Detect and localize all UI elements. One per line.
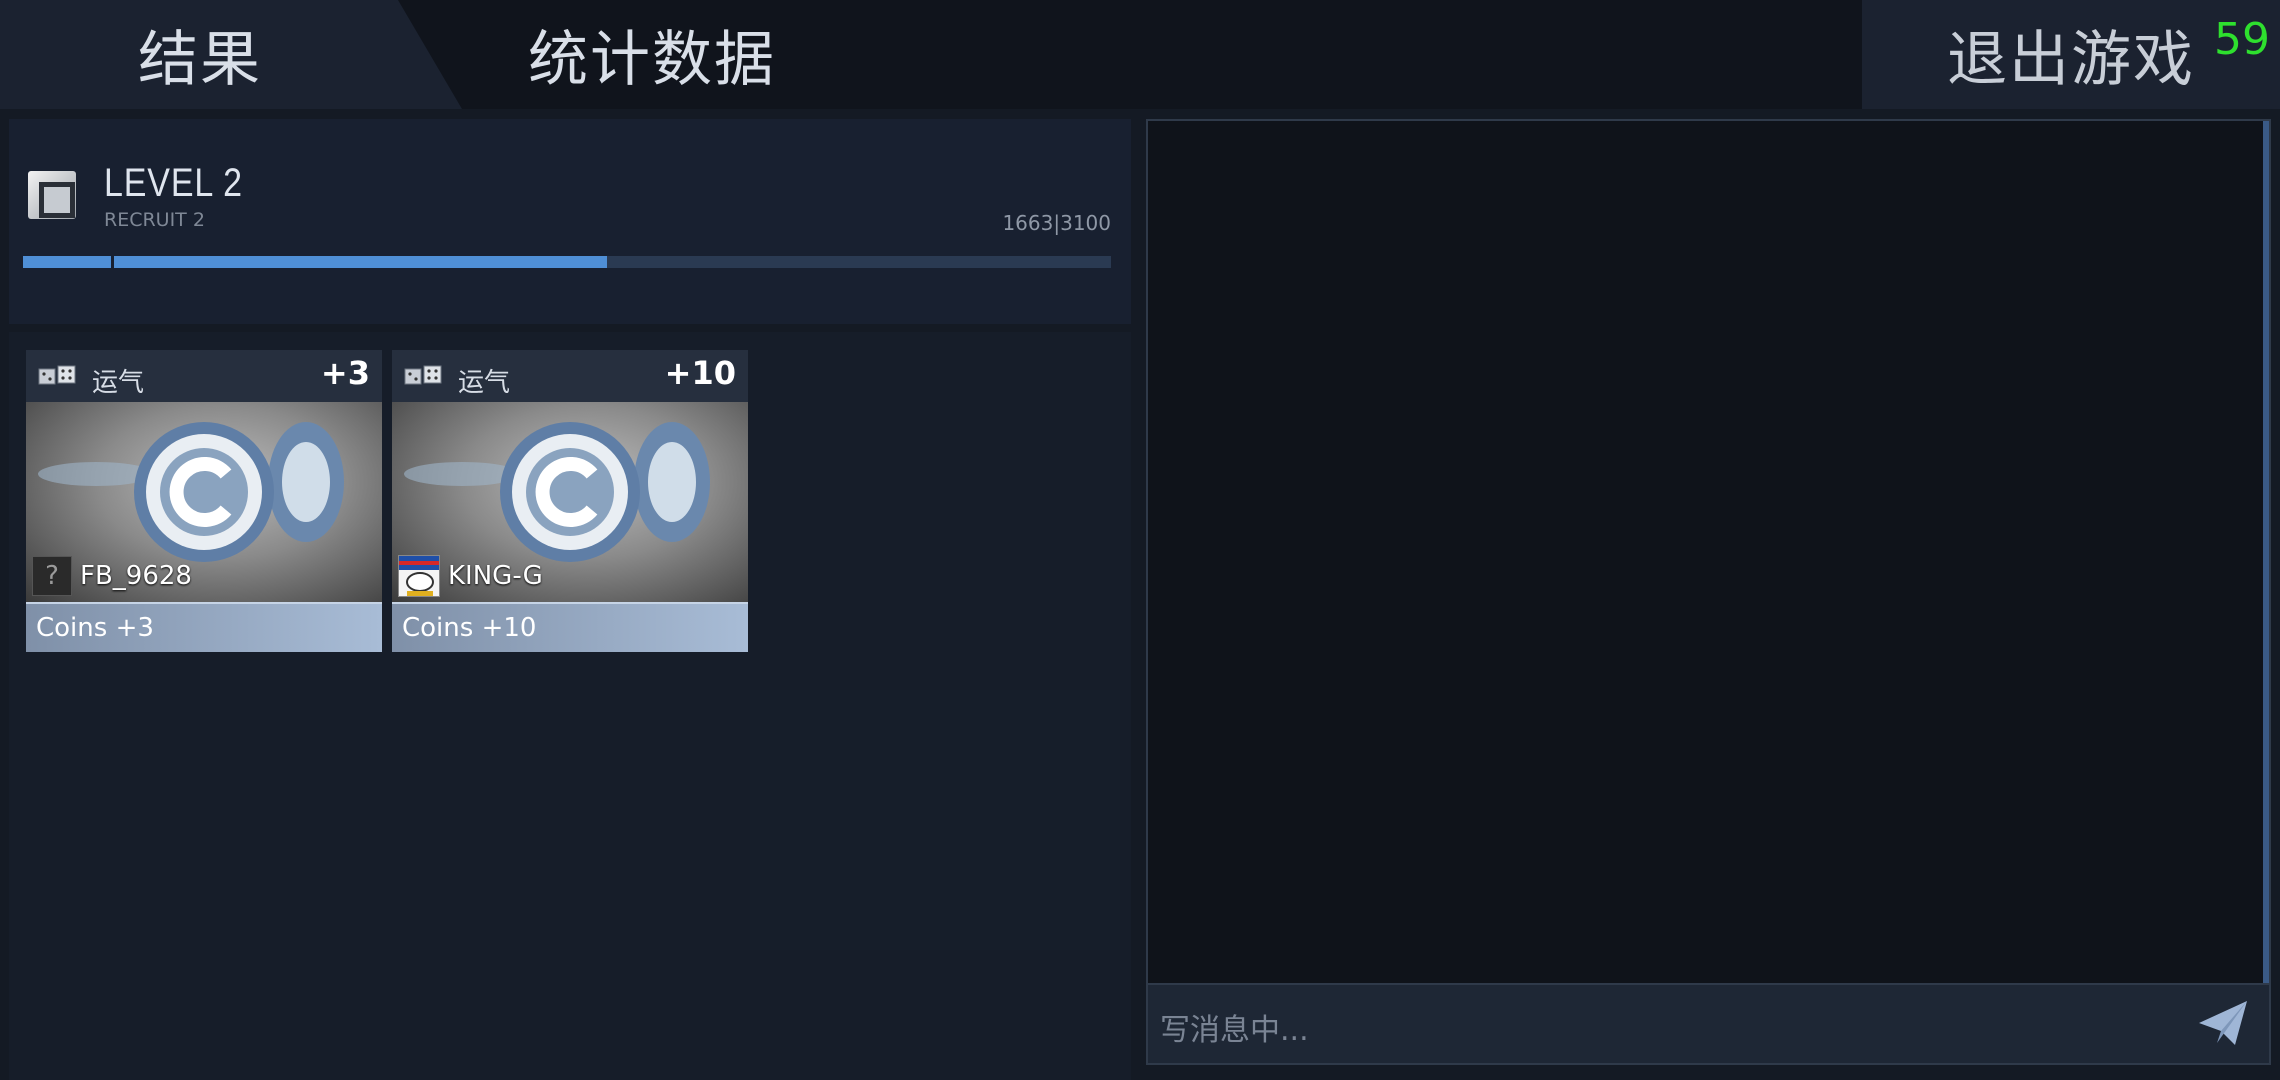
- chat-input-bar[interactable]: 写消息中...: [1148, 983, 2269, 1063]
- rank-badge-icon: [28, 171, 76, 219]
- reward-footer: Coins +3: [26, 602, 382, 652]
- countdown-timer: 59: [2214, 14, 2270, 65]
- coins-image: KING-G: [392, 402, 748, 602]
- chat-input-placeholder[interactable]: 写消息中...: [1160, 1005, 1309, 1049]
- player-name: FB_9628: [80, 561, 192, 591]
- reward-card[interactable]: 运气 +10 KING-G Coins +10: [392, 350, 748, 652]
- xp-counter: 1663|3100: [1002, 211, 1111, 235]
- level-panel: LEVEL 2 RECRUIT 2 1663|3100: [9, 119, 1131, 324]
- reward-card[interactable]: 运气 +3 ? FB_9628 Coins +3: [26, 350, 382, 652]
- reward-amount: +3: [320, 354, 370, 392]
- coins-image: ? FB_9628: [26, 402, 382, 602]
- send-icon[interactable]: [2197, 999, 2249, 1049]
- chat-scrollbar[interactable]: [2263, 121, 2269, 985]
- player-tag: KING-G: [398, 555, 543, 597]
- reward-card-header: 运气 +10: [392, 350, 748, 402]
- reward-card-header: 运气 +3: [26, 350, 382, 402]
- faded-reward-card: [750, 690, 1120, 950]
- unknown-avatar-icon: ?: [32, 556, 72, 596]
- top-bar: 结果 统计数据 退出游戏 59: [0, 0, 2280, 109]
- dice-icon: [404, 365, 442, 385]
- reward-footer: Coins +10: [392, 602, 748, 652]
- reward-type-label: 运气: [92, 368, 145, 398]
- dice-icon: [38, 365, 76, 385]
- level-title: LEVEL 2: [104, 161, 243, 205]
- reward-type-label: 运气: [458, 368, 511, 398]
- rank-name: RECRUIT 2: [104, 209, 205, 231]
- player-tag: ? FB_9628: [32, 556, 192, 596]
- tab-stats[interactable]: 统计数据: [462, 0, 842, 109]
- king-avatar-icon: [398, 555, 440, 597]
- tab-results-label[interactable]: 结果: [0, 0, 400, 109]
- exit-game-button[interactable]: 退出游戏 59: [1862, 0, 2280, 109]
- xp-progress-bar: [23, 256, 1111, 268]
- player-name: KING-G: [448, 561, 543, 591]
- reward-amount: +10: [664, 354, 736, 392]
- chat-panel: 写消息中...: [1146, 119, 2271, 1065]
- xp-progress-tick: [111, 256, 114, 268]
